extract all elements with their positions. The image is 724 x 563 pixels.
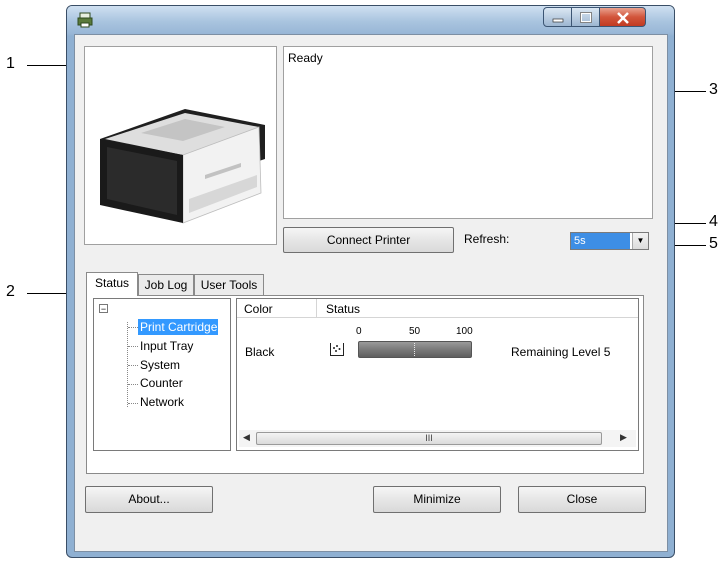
tab-user-tools[interactable]: User Tools (194, 274, 264, 295)
column-header-status[interactable]: Status (326, 302, 360, 316)
printer-image-panel (84, 46, 277, 245)
tree-connector (128, 327, 138, 328)
tree-connector (128, 403, 138, 404)
tree-item-counter[interactable]: Counter (140, 376, 183, 390)
minimize-window-button[interactable] (543, 7, 572, 27)
status-list (236, 298, 639, 451)
tree-collapse-icon[interactable]: − (99, 304, 108, 314)
scroll-left-icon[interactable]: ◀ (243, 432, 250, 443)
close-window-button[interactable] (600, 7, 646, 27)
column-divider[interactable] (316, 299, 317, 318)
tree-connector (128, 365, 138, 366)
refresh-selected-value[interactable]: 5s (571, 233, 630, 249)
tree-connector (128, 384, 138, 385)
scale-tick: 50 (409, 326, 421, 337)
tree-item-network[interactable]: Network (140, 395, 184, 409)
callout-1: 1 (6, 55, 15, 72)
toner-level-bar (358, 341, 472, 358)
minimize-icon (552, 18, 564, 23)
row-color-label: Black (245, 345, 275, 359)
status-message-box: Ready (283, 46, 653, 219)
list-header (237, 299, 638, 318)
minimize-button[interactable]: Minimize (373, 486, 501, 513)
callout-3: 3 (709, 81, 718, 98)
chevron-down-icon[interactable]: ▼ (632, 233, 648, 249)
tab-job-log[interactable]: Job Log (138, 274, 194, 295)
scale-tick: 100 (456, 326, 473, 337)
scrollbar-thumb[interactable]: III (256, 432, 602, 445)
callout-5: 5 (709, 235, 718, 252)
remaining-level: Remaining Level 5 (511, 345, 611, 359)
maximize-window-button[interactable] (572, 7, 600, 27)
toner-icon (330, 343, 344, 356)
tree-item-system[interactable]: System (140, 358, 180, 372)
scale-tick: 0 (356, 326, 362, 337)
status-message: Ready (288, 51, 323, 65)
close-button[interactable]: Close (518, 486, 646, 513)
about-button[interactable]: About... (85, 486, 213, 513)
printer-image (100, 109, 265, 224)
tree-item-input-tray[interactable]: Input Tray (140, 339, 193, 353)
callout-4: 4 (709, 213, 718, 230)
refresh-label: Refresh: (464, 232, 510, 246)
tree-item-print-cartridge[interactable]: Print Cartridge (140, 320, 217, 334)
maximize-icon (580, 12, 592, 23)
printer-app-icon (76, 12, 94, 28)
callout-2: 2 (6, 283, 15, 300)
close-icon (617, 12, 629, 24)
toner-level-midpoint (414, 343, 415, 356)
scroll-right-icon[interactable]: ▶ (620, 432, 627, 443)
tab-status[interactable]: Status (86, 272, 138, 296)
connect-printer-button[interactable]: Connect Printer (283, 227, 454, 253)
column-header-color[interactable]: Color (244, 302, 273, 316)
tree-connector (128, 346, 138, 347)
